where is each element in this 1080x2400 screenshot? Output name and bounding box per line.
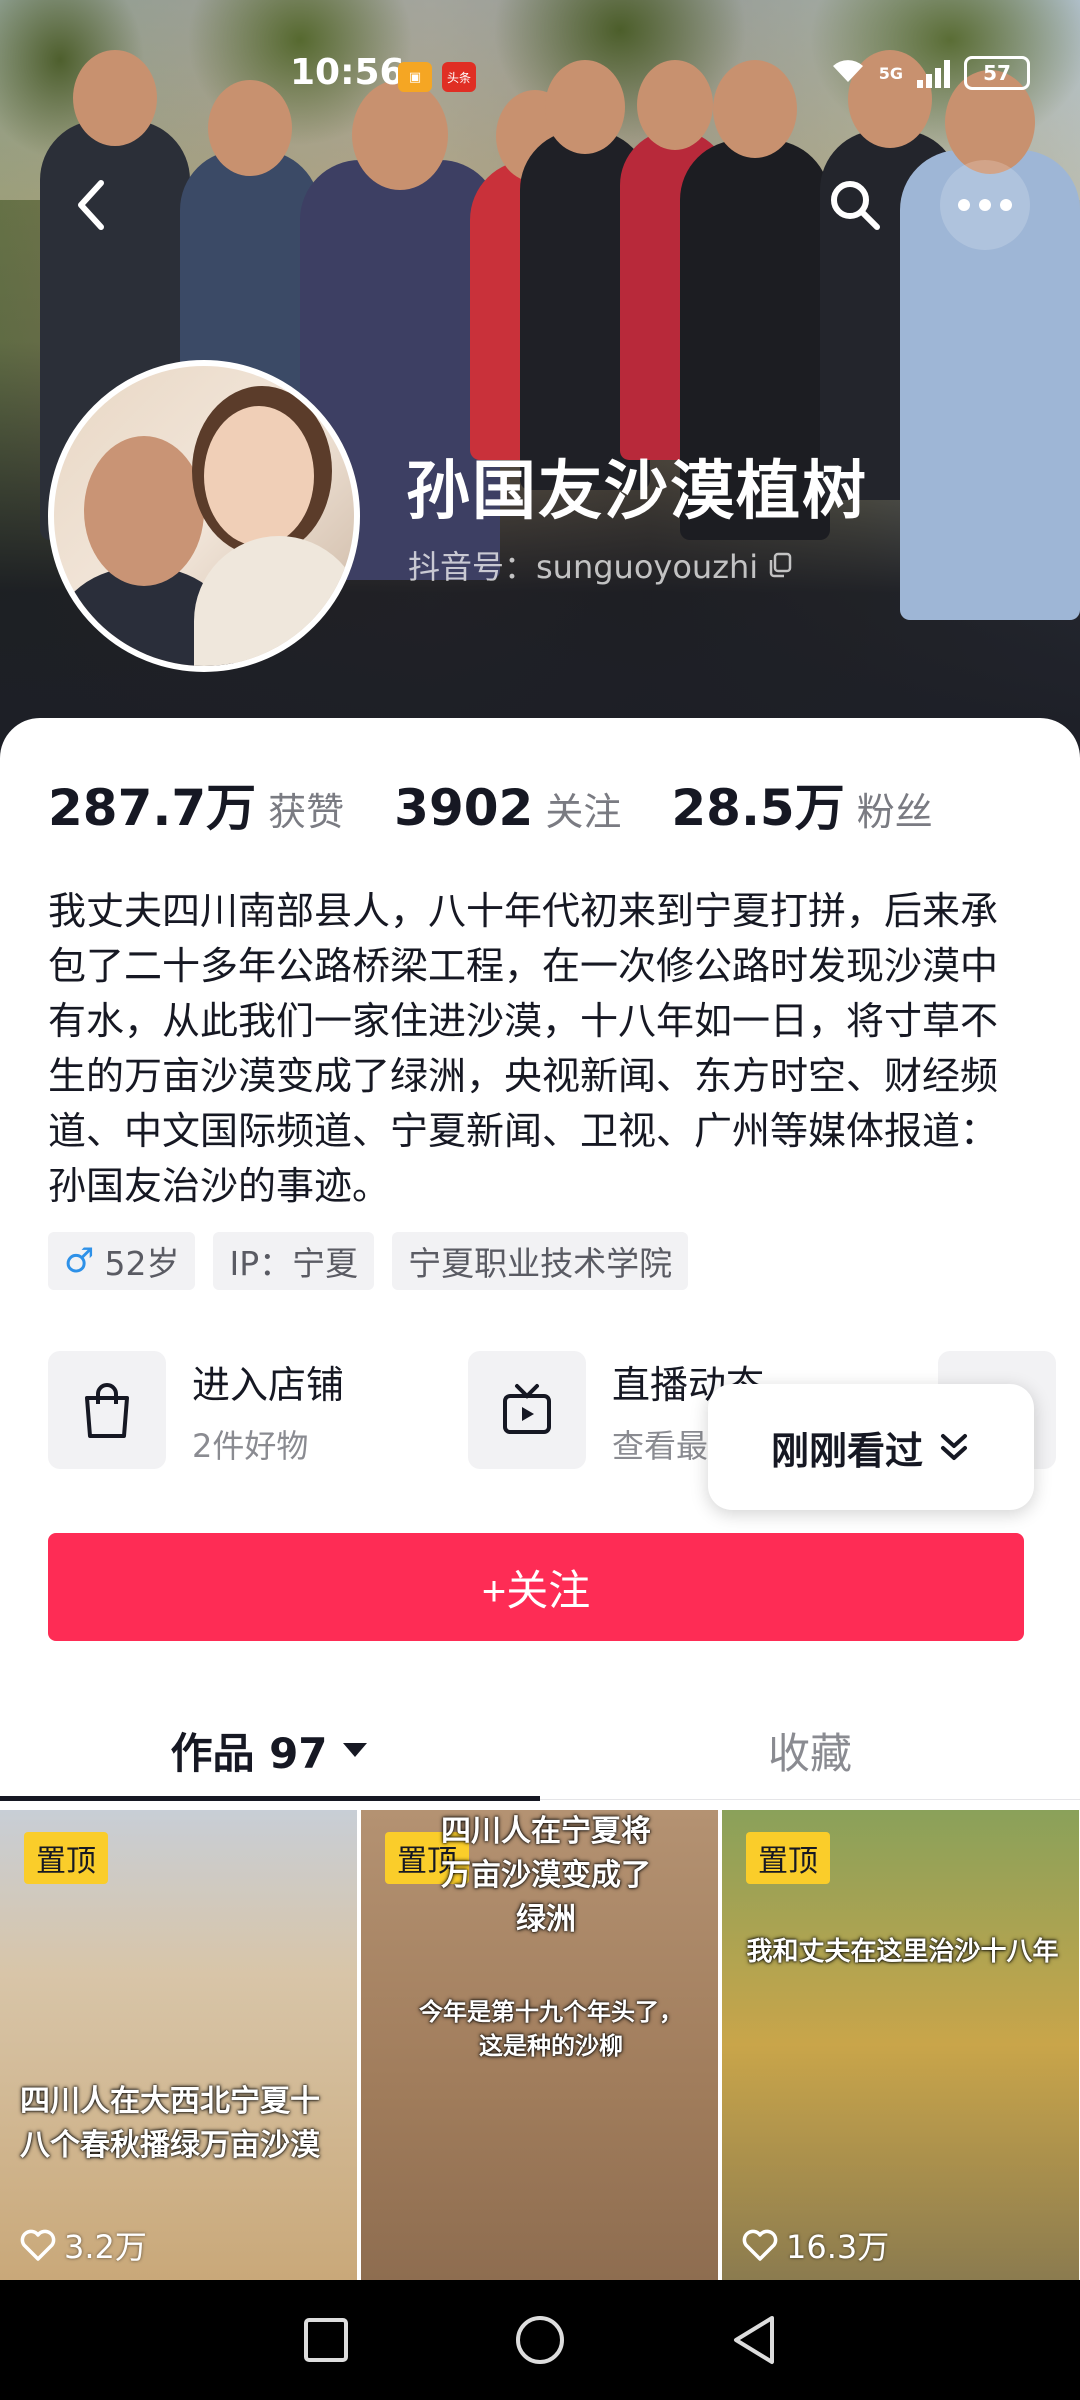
wifi-icon	[831, 56, 865, 90]
pinned-badge: 置顶	[746, 1832, 830, 1884]
tab-divider	[540, 1799, 1080, 1800]
network-type-label: 5G	[878, 63, 903, 83]
more-dots-icon	[958, 199, 1012, 211]
profile-bio: 我丈夫四川南部县人，八十年代初来到宁夏打拼，后来承包了二十多年公路桥梁工程，在一…	[48, 889, 999, 1208]
heart-icon	[20, 2229, 56, 2261]
video-grid: 置顶 四川人在大西北宁夏十八个春秋播绿万亩沙漠 3.2万 置顶 四川人在宁夏将万…	[0, 1810, 1080, 2280]
avatar-figure	[204, 406, 314, 546]
recently-viewed-button[interactable]: 刚刚看过	[708, 1384, 1034, 1510]
tag-school[interactable]: 宁夏职业技术学院	[392, 1232, 689, 1290]
profile-avatar[interactable]	[48, 360, 360, 672]
stat-following-count: 3902	[394, 779, 534, 837]
follow-button[interactable]: +关注	[48, 1533, 1024, 1641]
recent-apps-icon[interactable]	[302, 2316, 350, 2364]
toutiao-notification-icon: 头条	[442, 62, 476, 92]
notification-icon: ▣	[398, 62, 432, 92]
back-button[interactable]	[46, 160, 136, 250]
status-time: 10:56	[290, 52, 405, 93]
stat-likes-label: 获赞	[268, 790, 345, 834]
signal-strength-icon	[917, 58, 950, 88]
tab-works-label: 作品 97	[170, 1728, 328, 1778]
avatar-figure	[194, 536, 354, 666]
video-thumbnail[interactable]: 置顶 四川人在大西北宁夏十八个春秋播绿万亩沙漠 3.2万	[0, 1810, 357, 2280]
search-icon	[831, 181, 880, 230]
double-chevron-down-icon	[941, 1434, 967, 1460]
tag-school-label: 宁夏职业技术学院	[408, 1244, 673, 1283]
stat-likes[interactable]: 287.7万 获赞	[48, 768, 344, 840]
profile-name: 孙国友沙漠植树	[406, 455, 868, 529]
tv-icon	[503, 1384, 551, 1434]
active-tab-indicator	[0, 1796, 540, 1801]
stat-following-label: 关注	[545, 790, 622, 834]
shop-entry-title: 进入店铺	[192, 1362, 345, 1407]
stat-likes-count: 287.7万	[48, 779, 257, 837]
tag-age: ♂ 52岁	[48, 1232, 196, 1290]
profile-tags: ♂ 52岁 IP：宁夏 宁夏职业技术学院	[48, 1232, 689, 1290]
pinned-badge: 置顶	[24, 1832, 108, 1884]
caret-down-icon	[342, 1743, 367, 1757]
tab-favorites[interactable]: 收藏	[540, 1698, 1080, 1802]
male-icon: ♂	[64, 1241, 95, 1281]
system-nav-bar	[0, 2280, 1080, 2400]
shop-icon-box	[48, 1351, 166, 1469]
recently-viewed-label: 刚刚看过	[770, 1428, 923, 1473]
stat-followers[interactable]: 28.5万 粉丝	[671, 768, 932, 840]
more-options-button[interactable]	[940, 160, 1030, 250]
video-caption-top: 四川人在宁夏将万亩沙漠变成了绿洲	[441, 1814, 651, 1937]
video-caption: 我和丈夫在这里治沙十八年	[746, 1937, 1059, 1967]
video-caption-mid: 今年是第十九个年头了，这是种的沙柳	[419, 1998, 683, 2060]
douyin-id: 抖音号：sunguoyouzhi	[408, 548, 759, 586]
heart-icon	[742, 2229, 778, 2261]
shop-entry-text: 进入店铺 2件好物	[192, 1354, 344, 1467]
avatar-figure	[84, 436, 204, 586]
video-thumbnail[interactable]: 置顶 四川人在宁夏将万亩沙漠变成了绿洲 今年是第十九个年头了，这是种的沙柳	[361, 1810, 718, 2280]
video-likes: 3.2万	[20, 2222, 147, 2268]
shop-entry[interactable]: 进入店铺 2件好物	[48, 1350, 344, 1470]
tag-age-label: 52岁	[104, 1244, 180, 1283]
tab-favorites-label: 收藏	[767, 1728, 852, 1778]
back-arrow-icon	[78, 180, 104, 230]
profile-stats: 287.7万 获赞 3902 关注 28.5万 粉丝	[48, 768, 983, 840]
tag-ip-label: IP：宁夏	[229, 1244, 359, 1283]
stat-followers-count: 28.5万	[671, 779, 845, 837]
stat-following[interactable]: 3902 关注	[394, 779, 621, 837]
video-thumbnail[interactable]: 置顶 我和丈夫在这里治沙十八年 16.3万	[722, 1810, 1079, 2280]
home-icon[interactable]	[514, 2314, 566, 2366]
back-triangle-icon[interactable]	[730, 2314, 778, 2366]
status-right-icons: 5G 57	[831, 56, 1030, 90]
stat-followers-label: 粉丝	[856, 790, 933, 834]
tag-ip: IP：宁夏	[213, 1232, 375, 1290]
tab-works[interactable]: 作品 97	[0, 1698, 540, 1802]
video-likes-count: 16.3万	[786, 2228, 890, 2266]
battery-icon: 57	[964, 56, 1030, 90]
profile-tabs: 作品 97 收藏	[0, 1698, 1080, 1802]
shopping-bag-icon	[85, 1383, 129, 1438]
video-likes: 16.3万	[742, 2222, 889, 2268]
video-likes-count: 3.2万	[64, 2228, 147, 2266]
search-button[interactable]	[810, 160, 900, 250]
video-caption: 四川人在大西北宁夏十八个春秋播绿万亩沙漠	[20, 2084, 320, 2163]
shop-entry-subtitle: 2件好物	[192, 1426, 309, 1465]
live-icon-box	[468, 1351, 586, 1469]
douyin-id-row[interactable]: 抖音号：sunguoyouzhi	[408, 542, 794, 588]
status-bar: 10:56 ▣ 头条 5G 57	[0, 0, 1080, 110]
copy-icon[interactable]	[766, 551, 794, 579]
